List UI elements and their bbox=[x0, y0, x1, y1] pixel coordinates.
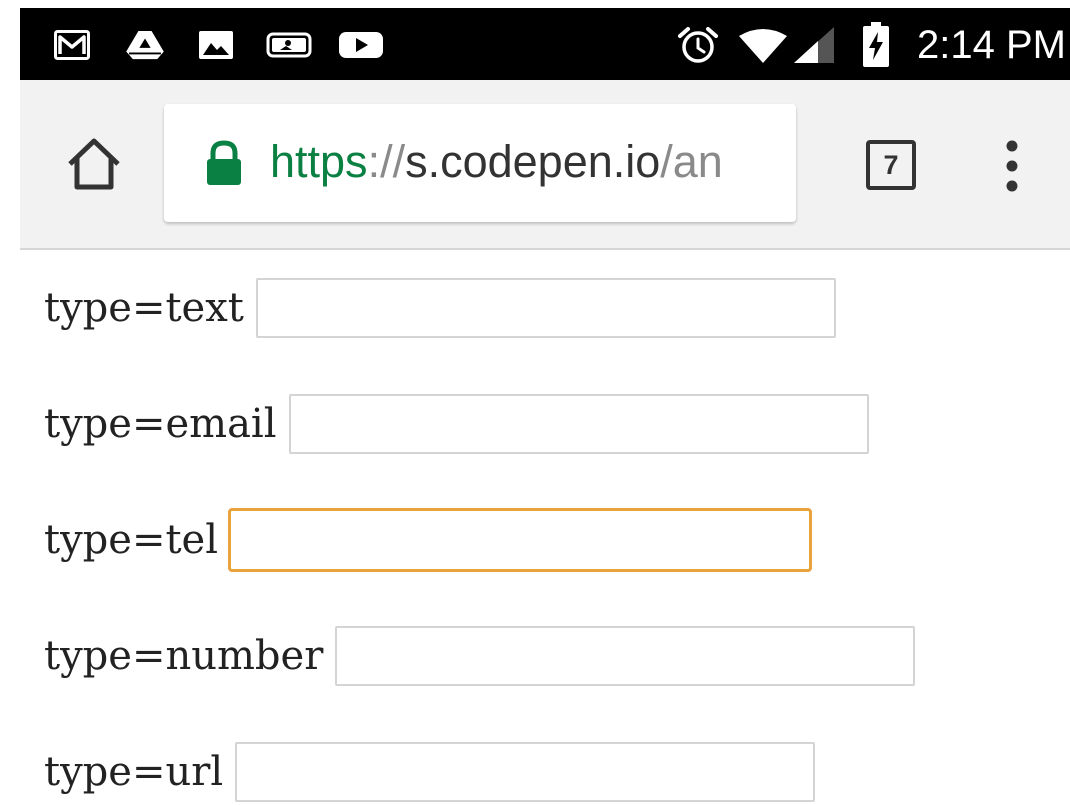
field-label: type=url bbox=[44, 749, 224, 795]
url-input[interactable] bbox=[235, 742, 816, 802]
drive-icon bbox=[126, 30, 164, 60]
tab-switcher-button[interactable]: 7 bbox=[866, 140, 916, 190]
form-row-text: type=text bbox=[44, 277, 836, 339]
alarm-icon bbox=[678, 27, 718, 63]
field-label: type=number bbox=[44, 633, 324, 679]
form-row-email: type=email bbox=[44, 393, 869, 455]
youtube-icon bbox=[339, 32, 383, 58]
text-input[interactable] bbox=[255, 278, 836, 338]
email-input[interactable] bbox=[288, 394, 869, 454]
status-time: 2:14 PM bbox=[917, 23, 1066, 67]
url-scheme: https bbox=[270, 136, 368, 187]
field-label: type=tel bbox=[44, 517, 219, 563]
form-row-number: type=number bbox=[44, 625, 916, 687]
form-row-url: type=url bbox=[44, 741, 816, 803]
url-host: s.codepen.io bbox=[405, 136, 661, 187]
url-separator: :// bbox=[367, 136, 406, 187]
mlb-icon bbox=[266, 32, 312, 58]
field-label: type=text bbox=[44, 285, 244, 331]
overflow-menu-icon[interactable] bbox=[992, 138, 1032, 194]
status-bar: 2:14 PM bbox=[20, 8, 1070, 80]
photos-icon bbox=[199, 31, 233, 59]
form-row-tel: type=tel bbox=[44, 508, 813, 572]
url-bar[interactable]: https://s.codepen.io/an bbox=[164, 104, 796, 222]
number-input[interactable] bbox=[335, 626, 916, 686]
url-path: /an bbox=[660, 136, 723, 187]
url-text[interactable]: https://s.codepen.io/an bbox=[270, 136, 723, 188]
browser-toolbar: https://s.codepen.io/an 7 bbox=[20, 80, 1070, 250]
signal-icon bbox=[794, 27, 834, 63]
lock-icon bbox=[207, 140, 241, 185]
battery-charging-icon bbox=[863, 22, 889, 67]
phone-screen: 2:14 PM https://s.codepen.io/an 7 type=t… bbox=[0, 0, 1070, 805]
home-icon[interactable] bbox=[64, 134, 124, 194]
tel-input[interactable] bbox=[228, 508, 813, 572]
wifi-icon bbox=[739, 29, 787, 63]
field-label: type=email bbox=[44, 401, 277, 447]
gmail-icon bbox=[54, 30, 90, 60]
